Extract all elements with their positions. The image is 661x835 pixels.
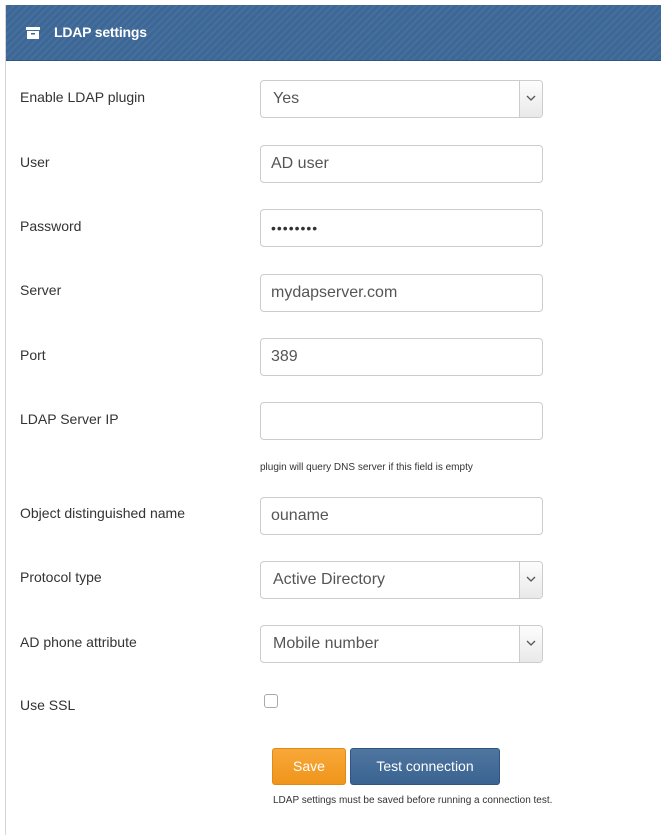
port-label: Port <box>20 347 46 363</box>
enable-plugin-label: Enable LDAP plugin <box>20 89 146 105</box>
enable-plugin-value: Yes <box>273 90 300 107</box>
password-value: •••••••• <box>271 220 319 236</box>
protocol-select[interactable]: Active Directory <box>260 561 543 599</box>
panel-title: LDAP settings <box>54 24 147 40</box>
user-input[interactable]: AD user <box>260 145 543 183</box>
panel-header: LDAP settings <box>6 5 661 61</box>
protocol-label: Protocol type <box>20 569 102 585</box>
password-label: Password <box>20 218 82 234</box>
use-ssl-checkbox[interactable] <box>264 694 278 708</box>
server-label: Server <box>20 282 62 298</box>
phone-attr-select[interactable]: Mobile number <box>260 625 543 663</box>
server-ip-input[interactable] <box>260 402 543 440</box>
server-ip-hint: plugin will query DNS server if this fie… <box>260 462 473 473</box>
save-button[interactable]: Save <box>272 748 346 785</box>
use-ssl-label: Use SSL <box>20 697 76 713</box>
password-input[interactable]: •••••••• <box>260 209 543 247</box>
server-ip-label: LDAP Server IP <box>20 411 119 427</box>
test-connection-button[interactable]: Test connection <box>350 748 500 785</box>
enable-plugin-select[interactable]: Yes <box>260 80 543 118</box>
chevron-down-icon[interactable] <box>519 626 542 662</box>
chevron-down-icon[interactable] <box>519 562 542 598</box>
server-input[interactable]: mydapserver.com <box>260 274 543 312</box>
phone-attr-label: AD phone attribute <box>20 634 137 650</box>
user-label: User <box>20 154 50 170</box>
object-dn-input[interactable]: ouname <box>260 497 543 535</box>
protocol-value: Active Directory <box>273 571 386 588</box>
phone-attr-value: Mobile number <box>273 635 379 652</box>
archive-box-icon <box>26 26 40 39</box>
chevron-down-icon[interactable] <box>519 81 542 117</box>
object-dn-label: Object distinguished name <box>20 505 185 521</box>
save-before-test-note: LDAP settings must be saved before runni… <box>273 795 553 806</box>
port-input[interactable]: 389 <box>260 338 543 376</box>
